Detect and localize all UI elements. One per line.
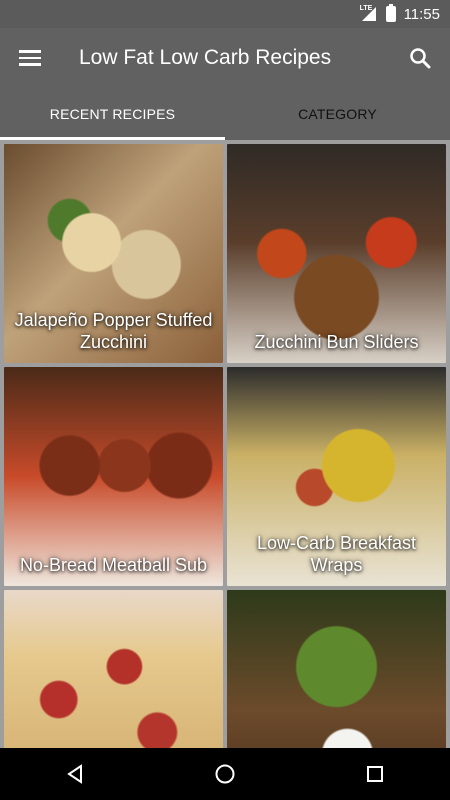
- search-icon[interactable]: [390, 28, 450, 88]
- status-bar: LTE 11:55: [0, 0, 450, 28]
- recipe-grid: Jalapeño Popper Stuffed Zucchini Zucchin…: [4, 144, 446, 748]
- network-label: LTE: [359, 5, 373, 12]
- back-icon[interactable]: [45, 748, 105, 800]
- recipe-title: Jalapeño Popper Stuffed Zucchini: [14, 310, 213, 352]
- menu-icon[interactable]: [0, 28, 60, 88]
- signal-icon: LTE: [359, 5, 378, 22]
- recipe-card[interactable]: Low-Carb Breakfast Wraps: [227, 367, 446, 586]
- battery-icon: [385, 4, 396, 22]
- recipe-card[interactable]: [4, 590, 223, 748]
- recents-icon[interactable]: [345, 748, 405, 800]
- tab-category[interactable]: CATEGORY: [225, 88, 450, 140]
- recipe-title: Low-Carb Breakfast Wraps: [256, 533, 417, 575]
- recipe-card[interactable]: [227, 590, 446, 748]
- navigation-bar: [0, 748, 450, 800]
- recipe-card[interactable]: Zucchini Bun Sliders: [227, 144, 446, 363]
- app-bar: Low Fat Low Carb Recipes: [0, 28, 450, 88]
- recipe-card[interactable]: No-Bread Meatball Sub: [4, 367, 223, 586]
- recipe-title: No-Bread Meatball Sub: [19, 555, 208, 575]
- app-title: Low Fat Low Carb Recipes: [79, 46, 332, 69]
- tab-recent-recipes[interactable]: RECENT RECIPES: [0, 88, 225, 140]
- tab-bar: RECENT RECIPES CATEGORY: [0, 88, 450, 140]
- recipe-card[interactable]: Jalapeño Popper Stuffed Zucchini: [4, 144, 223, 363]
- recipe-title: Zucchini Bun Sliders: [254, 332, 419, 352]
- home-icon[interactable]: [195, 748, 255, 800]
- status-time: 11:55: [403, 5, 440, 23]
